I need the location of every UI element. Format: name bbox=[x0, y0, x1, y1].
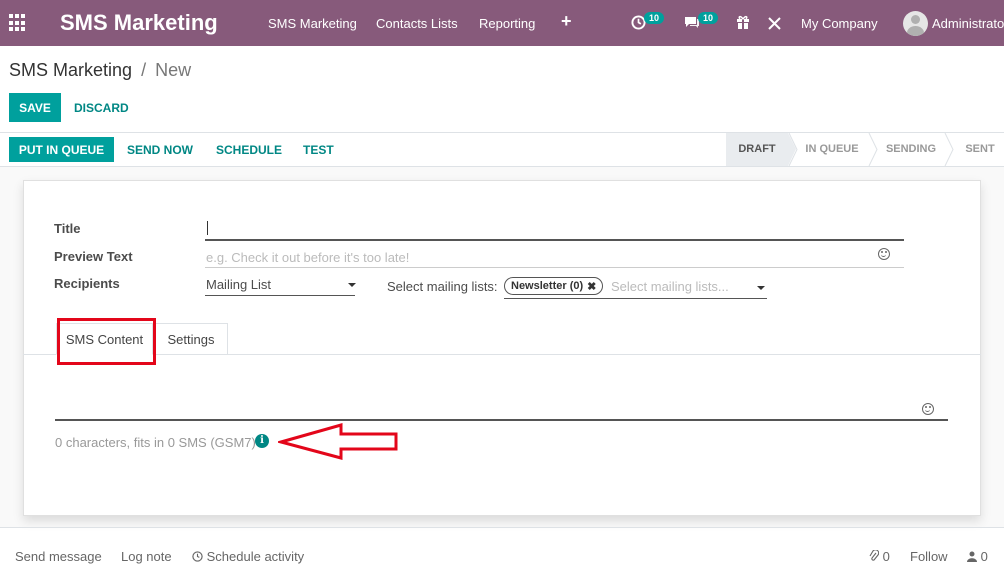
followers-count: 0 bbox=[980, 549, 988, 564]
messages-count-badge: 10 bbox=[698, 12, 719, 24]
remove-tag-icon[interactable]: ✖ bbox=[587, 280, 596, 293]
menu-sms-marketing[interactable]: SMS Marketing bbox=[268, 16, 357, 31]
user-avatar[interactable] bbox=[903, 11, 928, 36]
schedule-activity-button[interactable]: Schedule activity bbox=[192, 549, 304, 564]
breadcrumb-current: New bbox=[155, 60, 192, 80]
send-now-button[interactable]: SEND NOW bbox=[127, 143, 193, 157]
sms-body-input[interactable] bbox=[55, 419, 948, 421]
schedule-button[interactable]: SCHEDULE bbox=[216, 143, 282, 157]
recipients-underline bbox=[205, 295, 355, 296]
preview-text-label: Preview Text bbox=[54, 249, 133, 264]
gift-icon[interactable] bbox=[736, 15, 750, 29]
plus-icon[interactable]: + bbox=[561, 11, 572, 32]
status-sending: SENDING bbox=[885, 143, 937, 155]
tab-settings[interactable]: Settings bbox=[154, 323, 228, 355]
mailing-list-tag-label: Newsletter (0) bbox=[511, 280, 584, 292]
mailing-lists-underline bbox=[504, 298, 767, 299]
breadcrumb-separator: / bbox=[141, 60, 147, 80]
follow-button[interactable]: Follow bbox=[910, 549, 948, 564]
preview-text-underline bbox=[205, 267, 904, 268]
status-separator bbox=[868, 133, 878, 166]
send-message-button[interactable]: Send message bbox=[15, 549, 102, 564]
apps-menu-icon[interactable] bbox=[9, 14, 27, 32]
chevron-down-icon[interactable] bbox=[348, 283, 356, 287]
mailing-lists-label: Select mailing lists: bbox=[387, 279, 498, 294]
user-menu[interactable]: Administrator bbox=[932, 16, 1004, 31]
user-icon bbox=[967, 551, 977, 562]
top-navbar: SMS Marketing SMS Marketing Contacts Lis… bbox=[0, 0, 1004, 46]
title-cursor bbox=[207, 221, 208, 235]
mailing-lists-input[interactable]: Select mailing lists... bbox=[611, 279, 729, 294]
followers-button[interactable]: 0 bbox=[967, 549, 988, 564]
activity-count-badge: 10 bbox=[644, 12, 665, 24]
schedule-activity-label: Schedule activity bbox=[206, 549, 305, 564]
app-brand[interactable]: SMS Marketing bbox=[60, 10, 218, 36]
title-label: Title bbox=[54, 221, 81, 236]
menu-contacts-lists[interactable]: Contacts Lists bbox=[376, 16, 458, 31]
test-button[interactable]: TEST bbox=[303, 143, 334, 157]
attachments-button[interactable]: 0 bbox=[869, 549, 890, 564]
mailing-list-tag: Newsletter (0) ✖ bbox=[504, 277, 604, 295]
log-note-button[interactable]: Log note bbox=[121, 549, 172, 564]
annotation-arrow bbox=[278, 423, 398, 460]
chatter-divider bbox=[0, 527, 1004, 528]
status-sent: SENT bbox=[965, 143, 995, 155]
put-in-queue-button[interactable]: PUT IN QUEUE bbox=[9, 137, 114, 162]
emoji-icon[interactable] bbox=[922, 403, 934, 415]
status-draft: DRAFT bbox=[726, 133, 796, 166]
statusbar: DRAFT IN QUEUE SENDING SENT bbox=[726, 133, 1004, 166]
company-switcher[interactable]: My Company bbox=[801, 16, 878, 31]
chevron-down-icon[interactable] bbox=[757, 286, 765, 290]
discard-button[interactable]: DISCARD bbox=[74, 101, 129, 115]
recipients-label: Recipients bbox=[54, 276, 120, 291]
status-draft-label: DRAFT bbox=[738, 143, 776, 155]
clock-icon bbox=[192, 551, 203, 562]
sms-counter: 0 characters, fits in 0 SMS (GSM7) bbox=[55, 435, 256, 450]
save-button[interactable]: SAVE bbox=[9, 93, 61, 122]
status-in-queue: IN QUEUE bbox=[805, 143, 859, 155]
emoji-icon[interactable] bbox=[878, 248, 890, 260]
status-separator bbox=[944, 133, 954, 166]
title-input[interactable] bbox=[205, 239, 904, 241]
menu-reporting[interactable]: Reporting bbox=[479, 16, 535, 31]
attachments-count: 0 bbox=[882, 549, 890, 564]
debug-tools-icon[interactable] bbox=[768, 17, 781, 30]
recipients-select[interactable]: Mailing List bbox=[206, 277, 271, 292]
status-separator bbox=[788, 133, 798, 166]
paperclip-icon bbox=[869, 549, 880, 561]
preview-text-input[interactable]: e.g. Check it out before it's too late! bbox=[206, 250, 409, 265]
highlight-box bbox=[57, 318, 156, 365]
breadcrumb-parent[interactable]: SMS Marketing bbox=[9, 60, 132, 80]
breadcrumb: SMS Marketing / New bbox=[9, 60, 191, 81]
info-icon[interactable]: i bbox=[255, 434, 269, 448]
